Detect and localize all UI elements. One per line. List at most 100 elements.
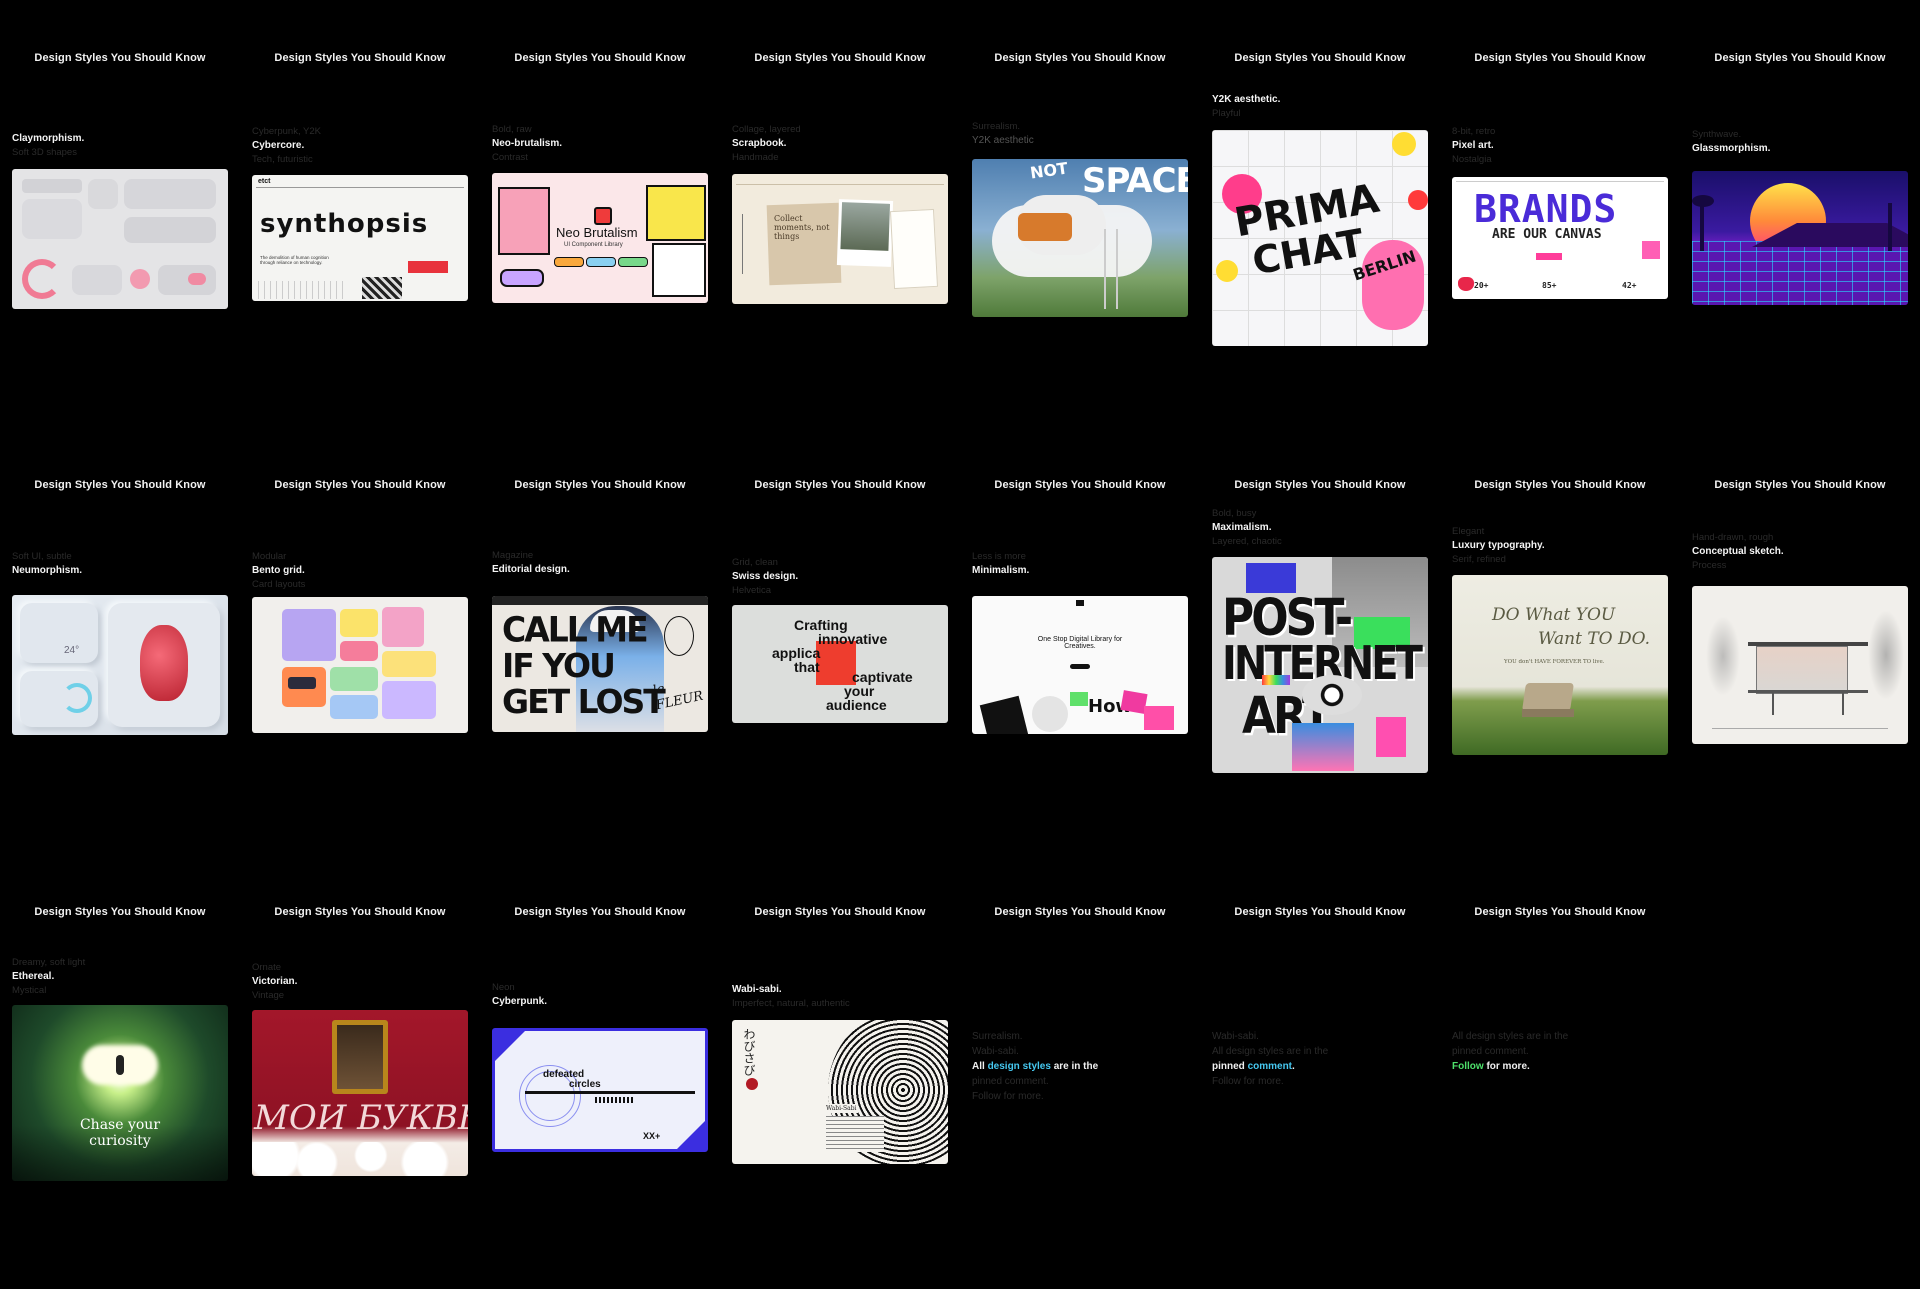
ghost-caption: Modular xyxy=(252,551,287,562)
cta-line: Follow for more. xyxy=(1452,1061,1530,1072)
frame-pixel-art: Design Styles You Should Know 8-bit, ret… xyxy=(1440,8,1680,435)
ghost-caption: Soft 3D shapes xyxy=(12,147,77,158)
end-text: Wabi-sabi. All design styles are in the … xyxy=(1212,1029,1428,1089)
style-label: Glassmorphism. xyxy=(1692,143,1771,154)
cybercore-logo: etct xyxy=(258,178,271,185)
ghost-line: All design styles are in the xyxy=(1452,1031,1569,1042)
ghost-line: Surrealism. xyxy=(972,1031,1023,1042)
ghost-line: Follow for more. xyxy=(972,1091,1044,1102)
follow-link[interactable]: Follow xyxy=(1452,1061,1484,1072)
style-label: Cyberpunk. xyxy=(492,996,548,1007)
ghost-caption: Layered, chaotic xyxy=(1212,536,1282,547)
cta-line: pinned comment. xyxy=(1212,1061,1295,1072)
end-text: Surrealism. Wabi-sabi. All design styles… xyxy=(972,1029,1188,1104)
ghost-caption: Dreamy, soft light xyxy=(12,957,86,968)
swiss-card: Crafting innovative applica that captiva… xyxy=(732,605,948,723)
style-label: Ethereal. xyxy=(12,971,55,982)
ghost-caption: 8-bit, retro xyxy=(1452,126,1496,137)
frame-title: Design Styles You Should Know xyxy=(274,906,446,918)
frame-ethereal: Design Styles You Should Know Dreamy, so… xyxy=(0,862,240,1289)
frame-minimalism: Design Styles You Should Know Less is mo… xyxy=(960,435,1200,862)
frame-title: Design Styles You Should Know xyxy=(754,479,926,491)
style-label: Conceptual sketch. xyxy=(1692,546,1784,557)
maximalism-card: POST- INTERNET ART xyxy=(1212,557,1428,773)
frame-editorial: Design Styles You Should Know Magazine E… xyxy=(480,435,720,862)
ghost-caption: Cyberpunk, Y2K xyxy=(252,126,322,137)
surrealism-word2: SPACE xyxy=(1082,161,1188,201)
minimalism-headline: One Stop Digital Library for Creatives. xyxy=(1037,636,1123,650)
pixel-stat2: 85+ xyxy=(1542,281,1557,290)
ghost-caption: Surrealism. xyxy=(972,121,1021,132)
editorial-card: CALL ME IF YOU GET LOST le FLEUR xyxy=(492,596,708,732)
frame-title: Design Styles You Should Know xyxy=(514,52,686,64)
frame-title: Design Styles You Should Know xyxy=(34,52,206,64)
ghost-caption: Mystical xyxy=(12,985,47,996)
frame-title: Design Styles You Should Know xyxy=(1714,479,1886,491)
cyberpunk-tag: XX+ xyxy=(643,1131,661,1141)
frame-title: Design Styles You Should Know xyxy=(994,479,1166,491)
ghost-caption: Neon xyxy=(492,982,515,993)
ethereal-line1: Chase your xyxy=(79,1117,161,1133)
ghost-caption: Tech, futuristic xyxy=(252,154,313,165)
ghost-line: All design styles are in the xyxy=(1212,1046,1329,1057)
neo-brutalism-title: Neo Brutalism xyxy=(556,225,638,240)
swiss-l4: that xyxy=(794,659,820,675)
cta-line: All design styles are in the xyxy=(972,1061,1099,1072)
ghost-caption: Ornate xyxy=(252,962,282,973)
frame-victorian: Design Styles You Should Know Ornate Vic… xyxy=(240,862,480,1289)
frame-title: Design Styles You Should Know xyxy=(754,52,926,64)
pixel-line2: ARE OUR CANVAS xyxy=(1492,227,1602,242)
synthwave-card xyxy=(1692,171,1908,305)
frame-conceptual-sketch: Design Styles You Should Know Hand-drawn… xyxy=(1680,435,1920,862)
style-label: Bento grid. xyxy=(252,565,305,576)
frame-title: Design Styles You Should Know xyxy=(1474,52,1646,64)
frame-maximalism: Design Styles You Should Know Bold, busy… xyxy=(1200,435,1440,862)
editorial-line1: CALL ME xyxy=(502,609,649,650)
neumorphism-temp: 24° xyxy=(64,645,80,656)
ghost-caption: Bold, busy xyxy=(1212,508,1257,519)
comment-link[interactable]: comment xyxy=(1248,1061,1292,1072)
ghost-caption: Contrast xyxy=(492,152,528,163)
ghost-caption: Nostalgia xyxy=(1452,154,1492,165)
minimalism-card: One Stop Digital Library for Creatives. … xyxy=(972,596,1188,734)
style-label: Claymorphism. xyxy=(12,133,85,144)
neumorphism-card: 24° xyxy=(12,595,228,735)
style-label: Minimalism. xyxy=(972,565,1030,576)
ghost-caption: Less is more xyxy=(972,551,1026,562)
pixel-art-card: BRANDS ARE OUR CANVAS 20+ 85+ 42+ xyxy=(1452,177,1668,299)
end-text: All design styles are in the pinned comm… xyxy=(1452,1029,1668,1074)
ghost-caption: Serif, refined xyxy=(1452,554,1506,565)
neo-brutalism-subtitle: UI Component Library xyxy=(564,242,623,248)
frame-neo-brutalism: Design Styles You Should Know Bold, raw … xyxy=(480,8,720,435)
style-label: Neumorphism. xyxy=(12,565,83,576)
ghost-line: Wabi-sabi. xyxy=(972,1046,1019,1057)
ethereal-line2: curiosity xyxy=(89,1133,151,1149)
frame-title: Design Styles You Should Know xyxy=(274,52,446,64)
surrealism-card: NOT SPACE xyxy=(972,159,1188,317)
ghost-caption: Collage, layered xyxy=(732,124,801,135)
ghost-caption: Grid, clean xyxy=(732,557,778,568)
editorial-line2: IF YOU xyxy=(502,646,616,685)
style-label: Scrapbook. xyxy=(732,138,787,149)
frame-swiss: Design Styles You Should Know Grid, clea… xyxy=(720,435,960,862)
bento-grid-card xyxy=(252,597,468,733)
frame-title: Design Styles You Should Know xyxy=(34,906,206,918)
luxury-card: DO What YOU Want TO DO. YOU don't HAVE F… xyxy=(1452,575,1668,755)
ghost-line: Wabi-sabi. xyxy=(1212,1031,1259,1042)
editorial-line3: GET LOST xyxy=(502,682,666,721)
victorian-card: МОИ БУКВЫ xyxy=(252,1010,468,1176)
frame-claymorphism: Design Styles You Should Know Claymorphi… xyxy=(0,8,240,435)
frame-y2k: Design Styles You Should Know Y2K aesthe… xyxy=(1200,8,1440,435)
ghost-caption: Playful xyxy=(1212,108,1241,119)
ghost-caption: Hand-drawn, rough xyxy=(1692,532,1774,543)
style-label: Luxury typography. xyxy=(1452,540,1545,551)
style-label: Wabi-sabi. xyxy=(732,984,782,995)
frame-title: Design Styles You Should Know xyxy=(1234,52,1406,64)
ghost-caption: Imperfect, natural, authentic xyxy=(732,998,850,1009)
ethereal-card: Chase your curiosity xyxy=(12,1005,228,1181)
ghost-line: pinned comment. xyxy=(972,1076,1049,1087)
frame-end-c: Design Styles You Should Know All design… xyxy=(1440,862,1680,1289)
frame-title: Design Styles You Should Know xyxy=(514,479,686,491)
design-styles-link[interactable]: design styles xyxy=(988,1061,1051,1072)
frame-title: Design Styles You Should Know xyxy=(1234,479,1406,491)
